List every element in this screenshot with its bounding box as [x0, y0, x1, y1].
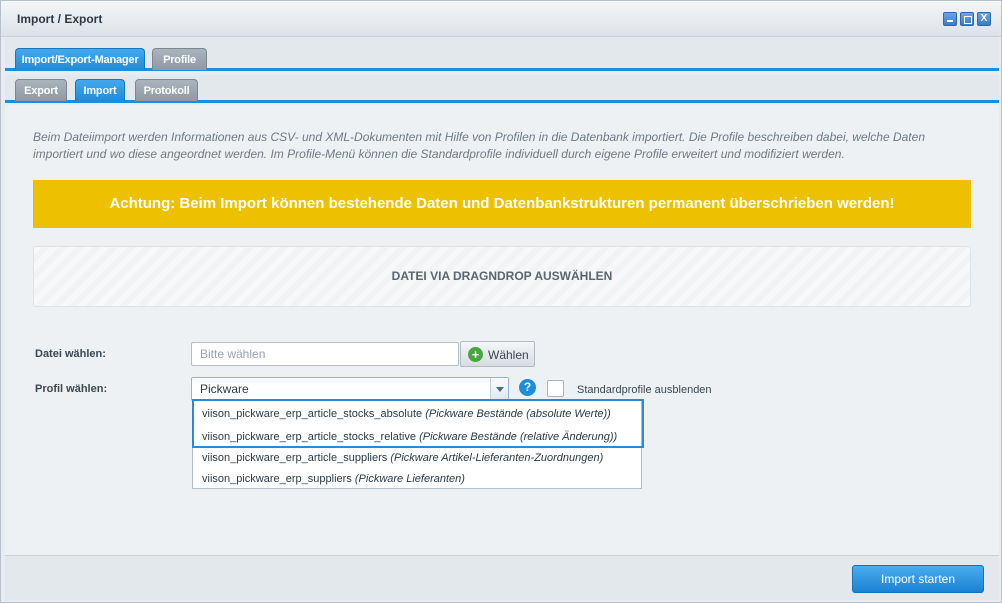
import-export-window: Import / Export X Import/Export-Manager … [0, 0, 1002, 603]
chevron-down-icon[interactable] [490, 378, 508, 400]
warning-banner: Achtung: Beim Import können bestehende D… [33, 180, 971, 228]
hide-default-profiles-checkbox[interactable] [547, 380, 564, 397]
file-input[interactable]: Bitte wählen [191, 342, 459, 366]
list-item[interactable]: viison_pickware_erp_article_suppliers (P… [202, 452, 603, 464]
option-description: (Pickware Artikel-Lieferanten-Zuordnunge… [390, 452, 604, 464]
start-import-button[interactable]: Import starten [852, 565, 984, 593]
list-item[interactable]: viison_pickware_erp_suppliers (Pickware … [202, 473, 465, 485]
help-icon[interactable]: ? [519, 379, 536, 396]
maximize-icon[interactable] [960, 12, 974, 26]
option-description: (Pickware Lieferanten) [354, 473, 465, 485]
main-tab-bar: Import/Export-Manager Profile [5, 37, 999, 71]
close-icon[interactable]: X [977, 12, 991, 26]
sub-tab-bar: Export Import Protokoll [5, 75, 999, 103]
intro-text: Beim Dateiimport werden Informationen au… [33, 130, 925, 161]
hide-default-profiles-label: Standardprofile ausblenden [577, 384, 712, 396]
profile-label: Profil wählen: [35, 383, 108, 395]
tab-import-export-manager[interactable]: Import/Export-Manager [15, 48, 145, 70]
selection-highlight-box [192, 399, 644, 448]
profile-input-value[interactable]: Pickware [200, 382, 249, 396]
file-label: Datei wählen: [35, 348, 106, 360]
tab-protokoll[interactable]: Protokoll [135, 79, 198, 101]
option-name: viison_pickware_erp_article_suppliers [202, 452, 388, 464]
minimize-icon[interactable] [943, 12, 957, 26]
choose-file-button[interactable]: + Wählen [460, 341, 535, 367]
plus-icon: + [468, 347, 483, 362]
profile-combobox[interactable]: Pickware [191, 377, 509, 401]
import-panel: Beim Dateiimport werden Informationen au… [5, 105, 999, 555]
drag-drop-label: DATEI VIA DRAGNDROP AUSWÄHLEN [391, 269, 613, 283]
tab-profile[interactable]: Profile [152, 48, 207, 70]
tab-import[interactable]: Import [75, 79, 125, 101]
window-title: Import / Export [17, 12, 103, 26]
footer-toolbar: Import starten [5, 555, 999, 600]
choose-button-label: Wählen [488, 348, 529, 362]
drag-drop-zone[interactable]: DATEI VIA DRAGNDROP AUSWÄHLEN [33, 246, 971, 307]
tab-export[interactable]: Export [15, 79, 67, 101]
window-titlebar[interactable]: Import / Export X [1, 1, 1001, 37]
option-name: viison_pickware_erp_suppliers [202, 473, 352, 485]
